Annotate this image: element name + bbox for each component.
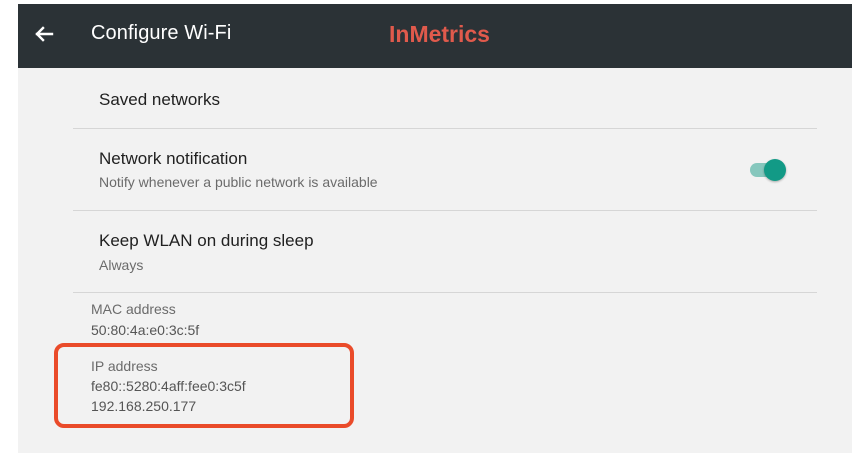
ip-address-highlight-box (54, 343, 354, 428)
keep-wlan-label: Keep WLAN on during sleep (99, 231, 314, 250)
network-notification-toggle[interactable] (750, 159, 786, 181)
page-title: Configure Wi-Fi (91, 22, 232, 44)
network-notification-label: Network notification (99, 149, 248, 168)
saved-networks-item[interactable]: Saved networks (73, 68, 817, 128)
app-toolbar: Configure Wi-Fi InMetrics (18, 4, 852, 68)
toggle-thumb (764, 159, 786, 181)
settings-screen: Configure Wi-Fi InMetrics Saved networks… (18, 4, 852, 453)
arrow-back-icon[interactable] (30, 20, 58, 48)
brand-watermark: InMetrics (389, 21, 490, 47)
network-notification-item[interactable]: Network notification Notify whenever a p… (73, 129, 817, 210)
mac-address-value: 50:80:4a:e0:3c:5f (91, 322, 200, 338)
divider (73, 292, 817, 293)
network-notification-subtitle: Notify whenever a public network is avai… (99, 174, 378, 190)
saved-networks-label: Saved networks (99, 90, 220, 109)
mac-address-label: MAC address (91, 301, 176, 317)
keep-wlan-item[interactable]: Keep WLAN on during sleep Always (73, 211, 817, 292)
keep-wlan-subtitle: Always (99, 257, 144, 273)
